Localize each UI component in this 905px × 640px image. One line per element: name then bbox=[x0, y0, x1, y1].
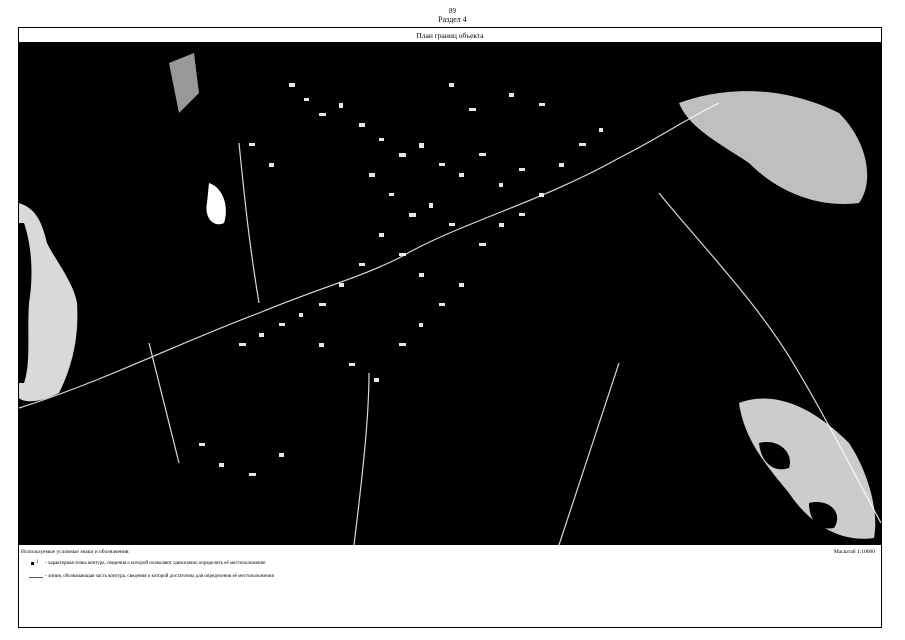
legend-title: Используемые условные знаки и обозначени… bbox=[21, 549, 130, 555]
legend-item-line: - линия, обозначающая часть контура, све… bbox=[29, 574, 305, 580]
point-icon-label: 1 bbox=[36, 560, 39, 565]
legend-item-point: 1 - характерная точка контура, сведения … bbox=[29, 560, 305, 567]
point-icon: 1 bbox=[29, 560, 45, 567]
map-image bbox=[19, 53, 881, 545]
map-title: План границ объекта bbox=[19, 28, 881, 43]
map-frame: План границ объекта Используемые условны… bbox=[18, 27, 882, 628]
legend-item-text: - характерная точка контура, сведения о … bbox=[45, 561, 266, 566]
map-scale: Масштаб 1:10000 bbox=[833, 549, 875, 555]
satellite-map bbox=[19, 43, 881, 545]
line-icon bbox=[29, 574, 45, 580]
legend-item-text: - линия, обозначающая часть контура, све… bbox=[45, 574, 274, 579]
roads bbox=[19, 102, 881, 545]
settlement-texture bbox=[199, 83, 603, 476]
section-heading: Раздел 4 bbox=[438, 15, 467, 24]
page-number: 89 bbox=[449, 7, 456, 15]
